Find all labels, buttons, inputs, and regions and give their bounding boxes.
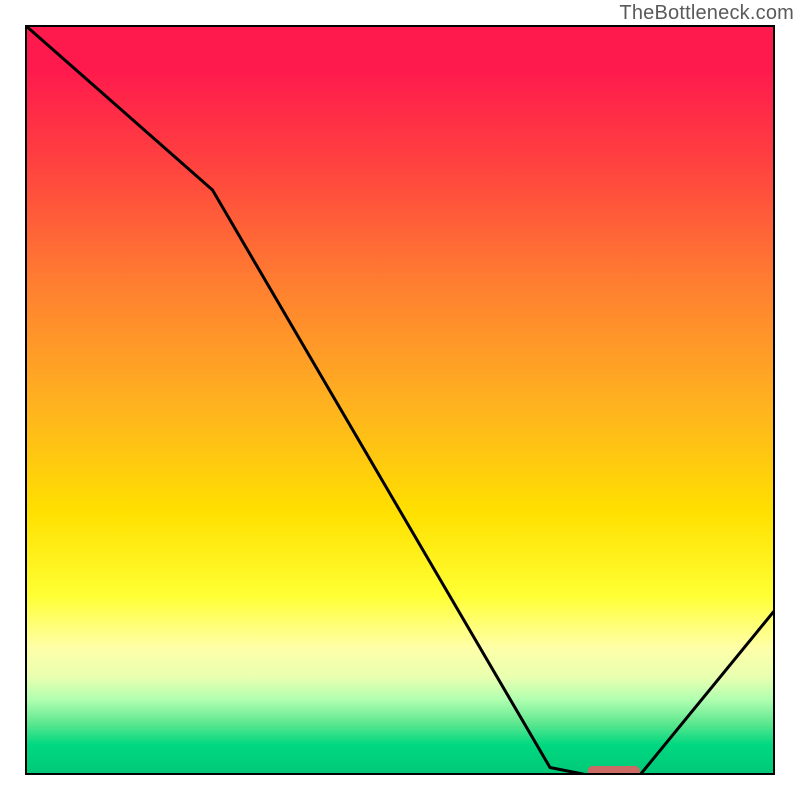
watermark-text: TheBottleneck.com bbox=[619, 2, 794, 25]
chart-container: TheBottleneck.com bbox=[0, 0, 800, 800]
plot-background-gradient bbox=[25, 25, 775, 775]
